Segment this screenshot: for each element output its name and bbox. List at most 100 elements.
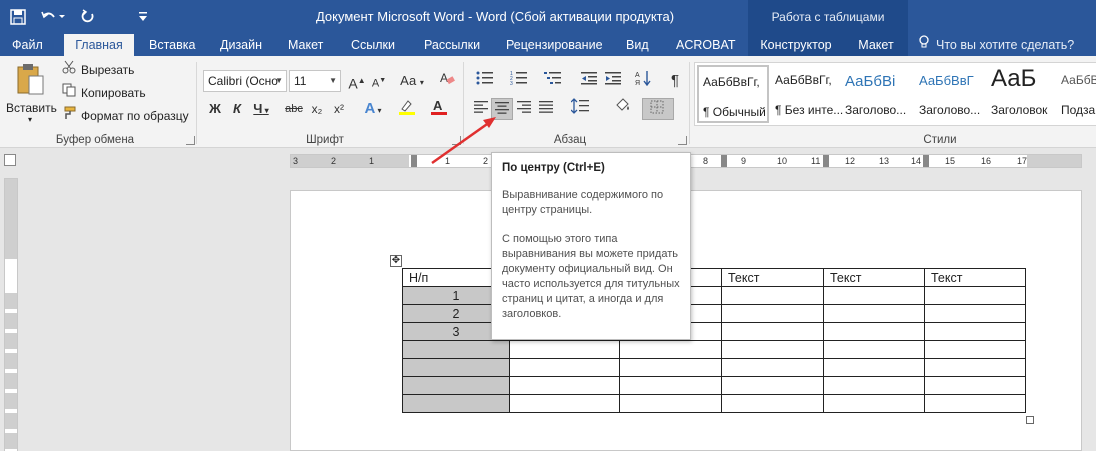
table-cell[interactable]	[924, 304, 1026, 323]
paste-dropdown-icon[interactable]: ▾	[6, 115, 54, 124]
tab-home[interactable]: Главная	[64, 34, 134, 56]
table-cell[interactable]	[924, 376, 1026, 395]
table-cell[interactable]: Текст	[721, 268, 824, 287]
table-cell[interactable]: Текст	[924, 268, 1026, 287]
table-cell[interactable]	[823, 304, 925, 323]
table-cell[interactable]: Текст	[823, 268, 925, 287]
table-cell[interactable]	[402, 376, 510, 395]
tab-table-design[interactable]: Конструктор	[748, 34, 844, 56]
table-cell[interactable]	[823, 322, 925, 341]
customize-qat-icon[interactable]	[138, 11, 148, 23]
table-cell[interactable]	[619, 376, 722, 395]
superscript-button[interactable]: x²	[328, 98, 350, 120]
italic-button[interactable]: К	[226, 98, 248, 120]
copy-button[interactable]: Копировать	[62, 83, 146, 103]
subscript-button[interactable]: x₂	[306, 98, 328, 120]
justify-button[interactable]	[535, 98, 557, 120]
table-cell[interactable]	[721, 304, 824, 323]
font-size-select[interactable]: 11 ▼	[289, 70, 341, 92]
table-cell[interactable]	[402, 394, 510, 413]
table-cell[interactable]	[823, 286, 925, 305]
align-left-button[interactable]	[470, 98, 492, 120]
highlight-button[interactable]	[392, 98, 422, 120]
table-cell[interactable]	[721, 358, 824, 377]
numbering-button[interactable]: 123	[504, 70, 534, 92]
format-painter-button[interactable]: Формат по образцу	[62, 106, 189, 126]
align-center-button[interactable]	[491, 98, 513, 120]
table-cell[interactable]	[924, 358, 1026, 377]
decrease-indent-button[interactable]	[578, 70, 600, 92]
show-formatting-button[interactable]: ¶	[664, 70, 686, 92]
style-title[interactable]: АаБ Заголовок	[987, 65, 1059, 123]
multilevel-list-button[interactable]	[538, 70, 568, 92]
bold-button[interactable]: Ж	[204, 98, 226, 120]
table-cell[interactable]	[619, 340, 722, 359]
table-cell[interactable]	[509, 340, 620, 359]
tab-file[interactable]: Файл	[4, 34, 51, 56]
table-cell[interactable]	[509, 376, 620, 395]
style-heading-1[interactable]: АаБбВі Заголово...	[841, 65, 913, 123]
align-right-button[interactable]	[513, 98, 535, 120]
table-cell[interactable]	[823, 376, 925, 395]
table-cell[interactable]	[823, 340, 925, 359]
tell-me-box[interactable]: Что вы хотите сделать?	[918, 34, 1074, 56]
ruler-column-marker[interactable]	[923, 155, 929, 167]
table-cell[interactable]	[721, 394, 824, 413]
tab-design[interactable]: Дизайн	[212, 34, 270, 56]
redo-icon[interactable]	[80, 9, 96, 25]
table-cell[interactable]	[823, 358, 925, 377]
bullets-button[interactable]	[470, 70, 500, 92]
vertical-ruler[interactable]	[4, 178, 18, 451]
style-normal[interactable]: АаБбВвГг, ¶ Обычный	[697, 65, 769, 123]
tab-selector[interactable]	[4, 154, 16, 166]
tab-mailings[interactable]: Рассылки	[416, 34, 488, 56]
tab-acrobat[interactable]: ACROBAT	[668, 34, 744, 56]
underline-button[interactable]: Ч ▾	[248, 98, 274, 120]
font-name-select[interactable]: Calibri (Осно ▼	[203, 70, 287, 92]
table-cell[interactable]	[619, 394, 722, 413]
shading-button[interactable]	[608, 98, 638, 120]
font-color-button[interactable]: A	[424, 98, 454, 120]
font-launcher-icon[interactable]	[452, 136, 461, 145]
table-cell[interactable]	[402, 340, 510, 359]
tab-table-layout[interactable]: Макет	[844, 34, 908, 56]
clipboard-launcher-icon[interactable]	[186, 136, 195, 145]
grow-font-button[interactable]: A▲	[346, 70, 368, 92]
table-cell[interactable]	[509, 358, 620, 377]
tab-references[interactable]: Ссылки	[343, 34, 403, 56]
sort-button[interactable]: АЯ	[632, 70, 654, 92]
line-spacing-button[interactable]	[566, 98, 596, 120]
strikethrough-button[interactable]: abc	[282, 98, 306, 120]
table-cell[interactable]	[619, 358, 722, 377]
style-no-spacing[interactable]: АаБбВвГг, ¶ Без инте...	[771, 65, 843, 123]
table-cell[interactable]	[924, 286, 1026, 305]
style-heading-2[interactable]: АаБбВвГ Заголово...	[915, 65, 987, 123]
table-cell[interactable]	[721, 322, 824, 341]
ruler-column-marker[interactable]	[823, 155, 829, 167]
table-cell[interactable]	[823, 394, 925, 413]
table-resize-handle[interactable]	[1026, 416, 1034, 424]
text-effects-button[interactable]: A ▾	[358, 98, 388, 120]
save-icon[interactable]	[10, 9, 26, 25]
tab-insert[interactable]: Вставка	[141, 34, 203, 56]
table-cell[interactable]	[721, 376, 824, 395]
change-case-button[interactable]: Аа ▾	[398, 70, 426, 92]
tab-review[interactable]: Рецензирование	[498, 34, 611, 56]
shrink-font-button[interactable]: A▼	[368, 70, 390, 92]
table-cell[interactable]	[509, 394, 620, 413]
table-cell[interactable]	[924, 394, 1026, 413]
tab-view[interactable]: Вид	[618, 34, 657, 56]
table-cell[interactable]	[402, 358, 510, 377]
ruler-column-marker[interactable]	[721, 155, 727, 167]
table-cell[interactable]	[721, 286, 824, 305]
style-subtitle[interactable]: АаБбВв Подзаг	[1057, 65, 1096, 123]
ruler-column-marker[interactable]	[411, 155, 417, 167]
cut-button[interactable]: Вырезать	[62, 60, 134, 80]
tab-layout[interactable]: Макет	[280, 34, 331, 56]
table-cell[interactable]	[721, 340, 824, 359]
table-cell[interactable]	[924, 322, 1026, 341]
paste-button[interactable]: Вставить ▾	[6, 62, 57, 124]
table-move-handle-icon[interactable]: ✥	[390, 255, 402, 267]
increase-indent-button[interactable]	[602, 70, 624, 92]
clear-formatting-button[interactable]: A	[436, 70, 458, 92]
